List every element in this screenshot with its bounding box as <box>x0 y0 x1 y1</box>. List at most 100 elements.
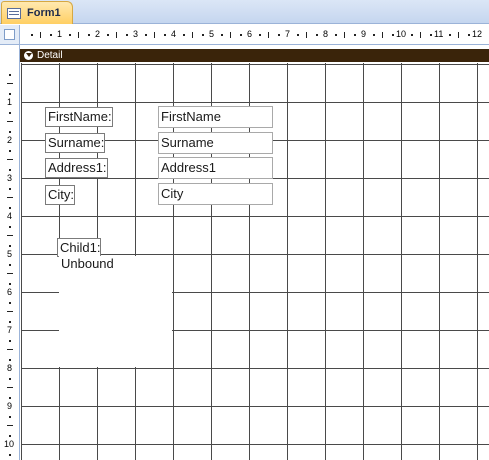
ruler-tick <box>9 187 11 190</box>
label-address1[interactable]: Address1: <box>45 158 108 178</box>
ruler-tick <box>30 34 33 36</box>
ruler-number: 5 <box>7 249 13 259</box>
ruler-number: 9 <box>7 401 13 411</box>
document-tab-strip: Form1 <box>0 0 489 24</box>
detail-section-bar[interactable]: Detail <box>20 49 489 62</box>
ruler-tick <box>106 34 109 36</box>
ruler-tick <box>163 34 166 36</box>
ruler-number: 11 <box>434 29 444 39</box>
ruler-tick <box>7 311 13 312</box>
ruler-tick <box>116 32 117 38</box>
ruler-number: 2 <box>95 29 101 39</box>
ruler-tick <box>9 339 11 342</box>
ruler-tick <box>353 34 356 36</box>
label-firstname[interactable]: FirstName: <box>45 107 113 127</box>
ruler-tick <box>40 32 41 38</box>
subform-source-text: Unbound <box>61 256 114 271</box>
ruler-tick <box>9 149 11 152</box>
ruler-tick <box>9 92 11 95</box>
ruler-number: 6 <box>247 29 253 39</box>
ruler-tick <box>144 34 147 36</box>
ruler-tick <box>87 34 90 36</box>
ruler-tick <box>9 282 11 285</box>
ruler-tick <box>9 206 11 209</box>
ruler-tick <box>7 349 13 350</box>
ruler-number: 3 <box>7 173 13 183</box>
subform-child1[interactable]: Unbound <box>59 256 172 367</box>
ruler-tick <box>391 34 394 36</box>
ruler-tick <box>467 34 470 36</box>
ruler-number: 1 <box>57 29 63 39</box>
ruler-tick <box>7 387 13 388</box>
ruler-tick <box>372 34 375 36</box>
label-surname[interactable]: Surname: <box>45 133 106 153</box>
ruler-tick <box>9 358 11 361</box>
ruler-tick <box>9 130 11 133</box>
ruler-number: 1 <box>7 97 13 107</box>
label-child1[interactable]: Child1: <box>57 238 102 257</box>
ruler-tick <box>7 83 13 84</box>
vertical-ruler[interactable]: 1 2 3 4 5 6 7 8 9 10 <box>0 45 20 460</box>
ruler-tick <box>9 111 11 114</box>
ruler-tick <box>344 32 345 38</box>
ruler-tick <box>7 197 13 198</box>
ruler-tick <box>458 32 459 38</box>
ruler-tick <box>7 159 13 160</box>
ruler-number: 3 <box>133 29 139 39</box>
ruler-tick <box>7 273 13 274</box>
ruler-number: 12 <box>472 29 483 39</box>
ruler-number: 8 <box>323 29 329 39</box>
ruler-number: 5 <box>209 29 215 39</box>
ruler-tick <box>9 244 11 247</box>
form-selector[interactable] <box>0 25 20 45</box>
tab-form1-label: Form1 <box>27 7 61 19</box>
textbox-address1[interactable]: Address1 <box>158 157 273 179</box>
ruler-tick <box>220 34 223 36</box>
ruler-tick <box>239 34 242 36</box>
ruler-number: 8 <box>7 363 13 373</box>
ruler-tick <box>201 34 204 36</box>
ruler-number: 4 <box>7 211 13 221</box>
textbox-surname[interactable]: Surname <box>158 132 273 154</box>
ruler-tick <box>420 32 421 38</box>
ruler-number: 7 <box>285 29 291 39</box>
ruler-number: 9 <box>361 29 367 39</box>
textbox-firstname[interactable]: FirstName <box>158 106 273 128</box>
ruler-tick <box>7 235 13 236</box>
horizontal-ruler[interactable]: 1 2 3 4 5 6 7 8 9 10 11 12 <box>20 25 489 45</box>
ruler-tick <box>315 34 318 36</box>
ruler-tick <box>9 225 11 228</box>
textbox-city[interactable]: City <box>158 183 273 205</box>
tab-form1[interactable]: Form1 <box>1 1 73 24</box>
ruler-tick <box>182 34 185 36</box>
label-city[interactable]: City: <box>45 185 75 205</box>
ruler-tick <box>230 32 231 38</box>
ruler-tick <box>296 34 299 36</box>
ruler-tick <box>382 32 383 38</box>
ruler-number: 10 <box>4 439 15 449</box>
ruler-tick <box>410 34 413 36</box>
ruler-tick <box>9 377 11 380</box>
ruler-tick <box>9 73 11 76</box>
ruler-tick <box>78 32 79 38</box>
ruler-tick <box>448 34 451 36</box>
ruler-tick <box>334 34 337 36</box>
ruler-number: 7 <box>7 325 13 335</box>
ruler-tick <box>9 434 11 437</box>
ruler-tick <box>9 263 11 266</box>
ruler-tick <box>49 34 52 36</box>
section-collapse-icon[interactable] <box>24 51 33 60</box>
ruler-tick <box>9 453 11 456</box>
form-selector-box <box>4 29 15 40</box>
ruler-tick <box>7 121 13 122</box>
ruler-tick <box>9 415 11 418</box>
ruler-tick <box>277 34 280 36</box>
ruler-tick <box>192 32 193 38</box>
ruler-number: 4 <box>171 29 177 39</box>
ruler-tick <box>68 34 71 36</box>
form-icon <box>7 7 21 19</box>
ruler-tick <box>306 32 307 38</box>
ruler-tick <box>9 301 11 304</box>
ruler-tick <box>7 425 13 426</box>
ruler-tick <box>268 32 269 38</box>
